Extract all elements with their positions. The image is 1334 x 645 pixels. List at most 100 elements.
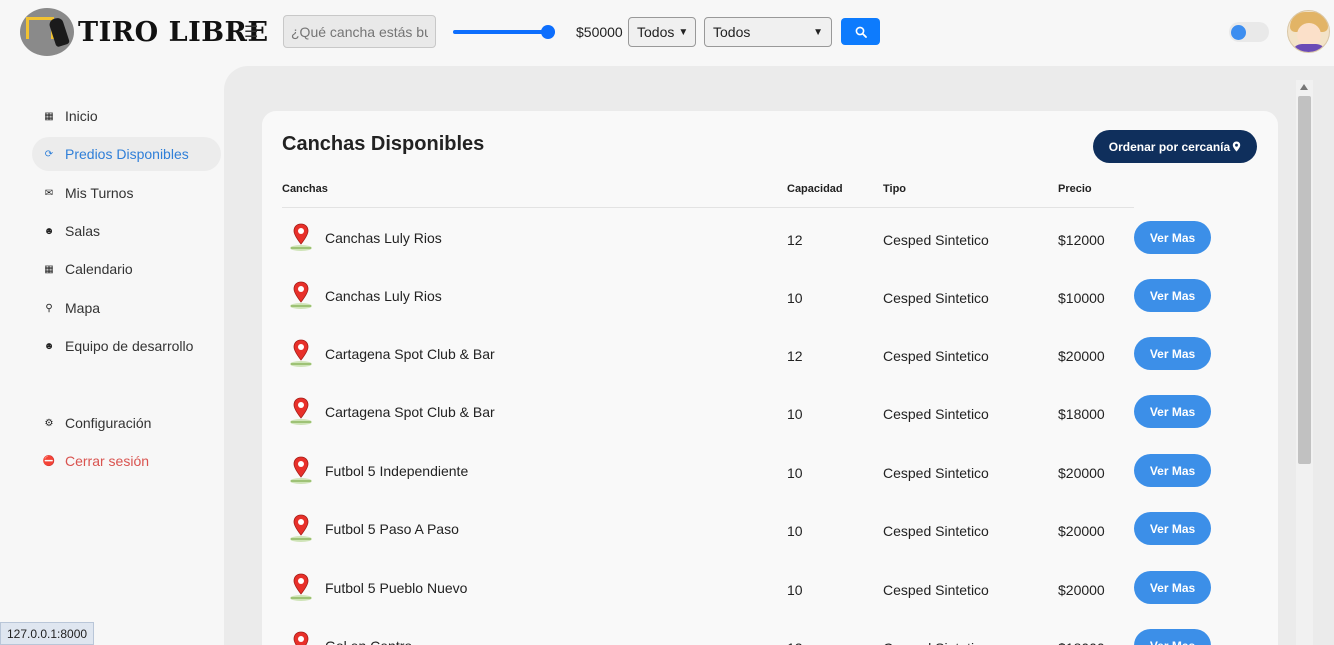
users-icon: ☻ [43, 340, 55, 352]
cancha-capacidad: 12 [787, 640, 803, 645]
ver-mas-button[interactable]: Ver Mas [1134, 512, 1211, 545]
location-pin-icon [288, 338, 314, 368]
scroll-up-arrow-icon[interactable] [1300, 84, 1308, 90]
cancha-precio: $12000 [1058, 232, 1105, 248]
ver-mas-button[interactable]: Ver Mas [1134, 571, 1211, 604]
ver-mas-button[interactable]: Ver Mas [1134, 395, 1211, 428]
order-by-distance-button[interactable]: Ordenar por cercanía [1093, 130, 1257, 163]
price-slider-thumb[interactable] [541, 25, 555, 39]
ver-mas-button[interactable]: Ver Mas [1134, 454, 1211, 487]
sidebar-item-label: Predios Disponibles [65, 146, 189, 162]
gear-icon: ⚙ [44, 417, 54, 429]
ver-mas-button[interactable]: Ver Mas [1134, 629, 1211, 645]
logo-text: TIRO LIBRE [78, 16, 269, 48]
app-logo[interactable]: TIRO LIBRE [20, 8, 269, 56]
cancha-precio: $20000 [1058, 523, 1105, 539]
sidebar-item-label: Inicio [65, 108, 98, 124]
table-row: Canchas Luly Rios 10 Cesped Sintetico $1000… [282, 276, 1242, 316]
cancha-tipo: Cesped Sintetico [883, 465, 989, 481]
search-button[interactable] [841, 18, 880, 45]
table-row: Gol en Centro 12 Cesped Sintetico $18000 Ver… [282, 626, 1242, 645]
user-icon: ☻ [43, 225, 55, 237]
cancha-name: Futbol 5 Paso A Paso [325, 521, 459, 537]
page-title: Canchas Disponibles [282, 133, 485, 155]
cancha-name: Cartagena Spot Club & Bar [325, 346, 495, 362]
sidebar-item-label: Equipo de desarrollo [65, 338, 194, 354]
cancha-tipo: Cesped Sintetico [883, 232, 989, 248]
location-pin-icon [288, 455, 314, 485]
canchas-card: Canchas Disponibles Ordenar por cercanía… [262, 111, 1278, 645]
column-header-precio: Precio [1058, 183, 1092, 195]
cancha-capacidad: 12 [787, 232, 803, 248]
cancha-name: Futbol 5 Pueblo Nuevo [325, 580, 468, 596]
cancha-capacidad: 10 [787, 465, 803, 481]
cancha-tipo: Cesped Sintetico [883, 640, 989, 645]
filter-select-1[interactable]: Todos ▼ [628, 17, 696, 47]
location-pin-icon [288, 280, 314, 310]
cancha-tipo: Cesped Sintetico [883, 348, 989, 364]
sidebar-item-mapa[interactable]: ⚲ Mapa [32, 291, 221, 325]
chevron-down-icon: ▼ [813, 26, 823, 38]
cancha-name: Cartagena Spot Club & Bar [325, 404, 495, 420]
search-icon [855, 26, 867, 38]
order-by-distance-label: Ordenar por cercanía [1108, 139, 1231, 154]
status-bar-url: 127.0.0.1:8000 [0, 622, 95, 645]
price-slider-track [453, 30, 555, 34]
ver-mas-button[interactable]: Ver Mas [1134, 337, 1211, 370]
cancha-capacidad: 10 [787, 523, 803, 539]
cancha-tipo: Cesped Sintetico [883, 290, 989, 306]
sidebar-item-salas[interactable]: ☻ Salas [32, 214, 221, 248]
cancha-name: Futbol 5 Independiente [325, 463, 469, 479]
sidebar-item-calendario[interactable]: ▦ Calendario [32, 252, 221, 286]
calendar-icon: ▦ [44, 263, 54, 275]
price-value: $50000 [576, 24, 623, 40]
map-marker-icon [1232, 141, 1241, 152]
cancha-capacidad: 10 [787, 406, 803, 422]
cancha-precio: $18000 [1058, 640, 1105, 645]
cancha-name: Gol en Centro [325, 638, 412, 645]
sidebar-item-inicio[interactable]: ▦ Inicio [32, 99, 221, 133]
cancha-capacidad: 12 [787, 348, 803, 364]
scrollbar-thumb[interactable] [1298, 96, 1311, 464]
cancha-precio: $18000 [1058, 406, 1105, 422]
cancha-capacidad: 10 [787, 582, 803, 598]
chevron-down-icon: ▼ [678, 26, 689, 38]
search-input[interactable] [283, 15, 436, 48]
sidebar-item-predios[interactable]: ⟳ Predios Disponibles [32, 137, 221, 171]
refresh-icon: ⟳ [44, 148, 54, 160]
top-bar: TIRO LIBRE ☰ $50000 Todos ▼ Todos ▼ [0, 0, 1334, 66]
ver-mas-button[interactable]: Ver Mas [1134, 221, 1211, 254]
price-slider[interactable] [453, 25, 555, 39]
sidebar-item-label: Mapa [65, 300, 101, 316]
vertical-scrollbar[interactable] [1296, 80, 1313, 645]
column-header-canchas: Canchas [282, 183, 328, 195]
sidebar-item-mis-turnos[interactable]: ✉ Mis Turnos [32, 176, 221, 210]
cancha-name: Canchas Luly Rios [325, 230, 442, 246]
cancha-name: Canchas Luly Rios [325, 288, 442, 304]
filter-select-2[interactable]: Todos ▼ [704, 17, 832, 47]
column-header-capacidad: Capacidad [787, 183, 843, 195]
location-pin-icon [288, 630, 314, 645]
table-row: Futbol 5 Paso A Paso 10 Cesped Sintetico $2… [282, 509, 1242, 549]
ver-mas-button[interactable]: Ver Mas [1134, 279, 1211, 312]
cancha-tipo: Cesped Sintetico [883, 406, 989, 422]
table-row: Cartagena Spot Club & Bar 12 Cesped Sintet… [282, 334, 1242, 374]
avatar[interactable] [1287, 10, 1330, 53]
cancha-precio: $10000 [1058, 290, 1105, 306]
sidebar: ▦ Inicio ⟳ Predios Disponibles ✉ Mis Tur… [0, 66, 224, 645]
cancha-precio: $20000 [1058, 582, 1105, 598]
menu-toggle-icon[interactable]: ☰ [244, 22, 258, 42]
cancha-tipo: Cesped Sintetico [883, 523, 989, 539]
sidebar-item-label: Salas [65, 223, 101, 239]
table-row: Cartagena Spot Club & Bar 10 Cesped Sintet… [282, 392, 1242, 432]
no-entry-icon: ⛔ [42, 455, 56, 467]
envelope-icon: ✉ [44, 187, 54, 199]
theme-toggle[interactable] [1229, 22, 1269, 42]
sidebar-item-configuracion[interactable]: ⚙ Configuración [32, 406, 221, 440]
table-header-divider [282, 207, 1134, 208]
table-row: Canchas Luly Rios 12 Cesped Sintetico $1200… [282, 218, 1242, 258]
sidebar-item-label: Calendario [65, 261, 133, 277]
sidebar-item-equipo[interactable]: ☻ Equipo de desarrollo [32, 329, 221, 363]
sidebar-item-logout[interactable]: ⛔ Cerrar sesión [32, 444, 221, 478]
location-pin-icon [288, 572, 314, 602]
